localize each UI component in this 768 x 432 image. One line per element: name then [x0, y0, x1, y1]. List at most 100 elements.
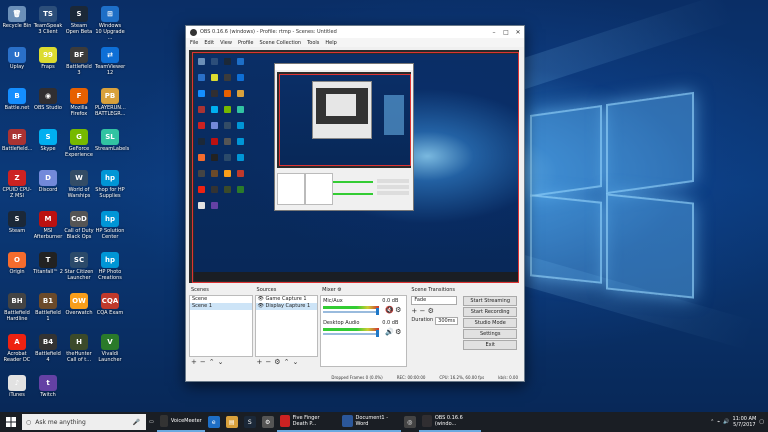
- studio-mode-button[interactable]: Studio Mode: [463, 318, 517, 328]
- display-capture-frame[interactable]: [192, 52, 519, 283]
- mute-icon[interactable]: 🔇: [385, 306, 394, 314]
- desktop-icon[interactable]: S Skype: [33, 129, 63, 152]
- desktop-icon[interactable]: ♪ iTunes: [2, 375, 32, 398]
- mixer-settings-icon[interactable]: ⚙: [337, 287, 341, 293]
- taskbar-app[interactable]: Five Finger Death P...: [276, 412, 339, 432]
- taskbar-app[interactable]: ▤: [223, 412, 241, 432]
- notifications-icon[interactable]: ▢: [759, 419, 764, 425]
- desktop-icon[interactable]: V Vivaldi Launcher: [95, 334, 125, 363]
- add-icon[interactable]: +: [411, 307, 417, 315]
- taskbar-app[interactable]: S: [241, 412, 259, 432]
- volume-icon[interactable]: 🔊: [723, 419, 729, 425]
- remove-icon[interactable]: −: [265, 358, 271, 366]
- remove-icon[interactable]: −: [420, 307, 426, 315]
- volume-slider[interactable]: [323, 333, 380, 335]
- clock[interactable]: 11:00 AM 5/7/2017: [733, 416, 757, 428]
- desktop-icon[interactable]: A Acrobat Reader DC: [2, 334, 32, 363]
- desktop-icon[interactable]: hp HP Solution Center: [95, 211, 125, 240]
- menu-scene-collection[interactable]: Scene Collection: [259, 40, 301, 46]
- taskbar-app[interactable]: e: [205, 412, 223, 432]
- desktop-icon[interactable]: hp Shop for HP Supplies: [95, 170, 125, 199]
- desktop-icon[interactable]: ⇄ TeamViewer 12: [95, 47, 125, 76]
- search-box[interactable]: ○ Ask me anything 🎤: [22, 414, 146, 430]
- desktop-icon[interactable]: BF Battlefield 3: [64, 47, 94, 76]
- desktop-icon[interactable]: SL StreamLabels: [95, 129, 129, 152]
- preview-canvas[interactable]: [189, 50, 519, 283]
- gear-icon[interactable]: ⚙: [395, 306, 401, 314]
- volume-knob[interactable]: [376, 330, 380, 337]
- menu-profile[interactable]: Profile: [238, 40, 254, 46]
- desktop-icon[interactable]: CQA CQA Exam: [95, 293, 125, 316]
- exit-button[interactable]: Exit: [463, 340, 517, 350]
- move-down-icon[interactable]: ⌄: [218, 358, 224, 366]
- desktop-icon[interactable]: t Twitch: [33, 375, 63, 398]
- scene-item-selected[interactable]: Scene 1: [190, 303, 252, 310]
- desktop-icon[interactable]: 🗑 Recycle Bin: [2, 6, 32, 29]
- desktop-icon[interactable]: CoD Call of Duty Black Ops: [64, 211, 94, 240]
- menu-tools[interactable]: Tools: [307, 40, 319, 46]
- volume-knob[interactable]: [376, 308, 380, 315]
- desktop-icon[interactable]: ◉ OBS Studio: [33, 88, 63, 111]
- desktop-icon[interactable]: B Battle.net: [2, 88, 32, 111]
- taskbar-app[interactable]: ◎: [401, 412, 419, 432]
- menu-file[interactable]: File: [190, 40, 198, 46]
- maximize-icon[interactable]: □: [500, 26, 512, 38]
- add-icon[interactable]: +: [257, 358, 263, 366]
- move-up-icon[interactable]: ⌃: [284, 358, 290, 366]
- eye-icon[interactable]: 👁: [258, 303, 264, 309]
- settings-button[interactable]: Settings: [463, 329, 517, 339]
- desktop-icon[interactable]: T Titanfall™ 2: [33, 252, 63, 275]
- taskbar-app[interactable]: OBS 0.16.6 (windo...: [418, 412, 481, 432]
- minimize-icon[interactable]: –: [488, 26, 500, 38]
- desktop-icon[interactable]: M MSI Afterburner: [33, 211, 63, 240]
- start-recording-button[interactable]: Start Recording: [463, 307, 517, 317]
- close-icon[interactable]: ✕: [512, 26, 524, 38]
- remove-icon[interactable]: −: [200, 358, 206, 366]
- duration-input[interactable]: 300ms: [435, 317, 459, 325]
- desktop-icon[interactable]: PB PLAYERUN... BATTLEGR...: [95, 88, 126, 117]
- menu-help[interactable]: Help: [325, 40, 336, 46]
- desktop-icon[interactable]: SC Star Citizen Launcher: [64, 252, 94, 281]
- desktop-icon[interactable]: B4 Battlefield 4: [33, 334, 63, 363]
- scenes-list[interactable]: Scene Scene 1: [189, 295, 253, 357]
- settings-icon[interactable]: ⚙: [274, 358, 280, 366]
- network-icon[interactable]: ⌁: [717, 419, 720, 425]
- add-icon[interactable]: +: [191, 358, 197, 366]
- desktop-icon[interactable]: F Mozilla Firefox: [64, 88, 94, 117]
- desktop-icon[interactable]: B1 Battlefield 1: [33, 293, 63, 322]
- desktop-icon[interactable]: BH Battlefield Hardline: [2, 293, 32, 322]
- menu-edit[interactable]: Edit: [204, 40, 214, 46]
- menu-view[interactable]: View: [220, 40, 232, 46]
- desktop-icon[interactable]: hp HP Photo Creations: [95, 252, 125, 281]
- move-up-icon[interactable]: ⌃: [209, 358, 215, 366]
- obs-window[interactable]: OBS 0.16.6 (windows) - Profile: rtmp - S…: [185, 25, 525, 382]
- desktop-icon[interactable]: G GeForce Experience: [64, 129, 94, 158]
- obs-titlebar[interactable]: OBS 0.16.6 (windows) - Profile: rtmp - S…: [186, 26, 524, 38]
- desktop-icon[interactable]: S Steam Open Beta: [64, 6, 94, 35]
- desktop-icon[interactable]: 99 Fraps: [33, 47, 63, 70]
- speaker-icon[interactable]: 🔊: [385, 328, 394, 336]
- source-item[interactable]: 👁 Game Capture 1: [256, 296, 318, 303]
- desktop-icon[interactable]: O Origin: [2, 252, 32, 275]
- scene-item[interactable]: Scene: [190, 296, 252, 303]
- taskbar-app[interactable]: Document1 - Word: [338, 412, 401, 432]
- taskbar-app[interactable]: ⚙: [259, 412, 277, 432]
- desktop-icon[interactable]: Z CPUID CPU-Z MSI: [2, 170, 32, 199]
- sources-list[interactable]: 👁 Game Capture 1 👁 Display Capture 1: [254, 295, 319, 357]
- source-item-selected[interactable]: 👁 Display Capture 1: [255, 303, 318, 310]
- tray-chevron-icon[interactable]: ⌃: [710, 419, 714, 425]
- gear-icon[interactable]: ⚙: [395, 328, 401, 336]
- microphone-icon[interactable]: 🎤: [133, 419, 140, 426]
- desktop-icon[interactable]: OW Overwatch: [64, 293, 94, 316]
- start-streaming-button[interactable]: Start Streaming: [463, 296, 517, 306]
- eye-icon[interactable]: 👁: [258, 296, 264, 302]
- start-button[interactable]: [0, 412, 22, 432]
- desktop-icon[interactable]: BF Battlefield...: [2, 129, 32, 152]
- task-view-button[interactable]: ▭: [146, 412, 157, 432]
- desktop-icon[interactable]: S Steam: [2, 211, 32, 234]
- desktop-icon[interactable]: TS TeamSpeak 3 Client: [33, 6, 63, 35]
- transition-select[interactable]: Fade: [411, 296, 458, 305]
- settings-icon[interactable]: ⚙: [428, 307, 434, 315]
- desktop-icon[interactable]: U Uplay: [2, 47, 32, 70]
- desktop-icon[interactable]: HtheHunter Call of t...: [64, 334, 94, 363]
